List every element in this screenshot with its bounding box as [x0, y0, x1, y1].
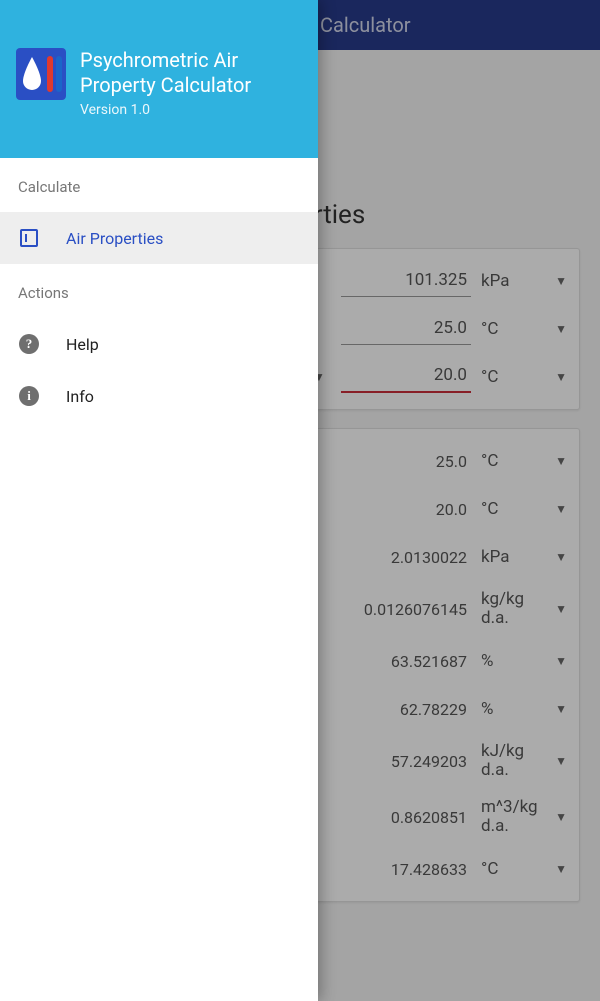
thermometer-blue-icon [56, 56, 62, 92]
drawer-title: Psychrometric Air Property Calculator [80, 48, 302, 98]
water-drop-icon [20, 55, 44, 93]
nav-item-air-properties[interactable]: Air Properties [0, 212, 318, 264]
nav-item-label: Help [66, 335, 300, 354]
help-icon: ? [18, 333, 40, 355]
section-label-actions: Actions [0, 264, 318, 318]
nav-item-label: Info [66, 387, 300, 406]
thermometer-red-icon [47, 56, 53, 92]
info-icon: i [18, 385, 40, 407]
nav-item-label: Air Properties [66, 229, 300, 248]
navigation-drawer: Psychrometric Air Property Calculator Ve… [0, 0, 318, 1001]
document-icon [18, 227, 40, 249]
nav-item-info[interactable]: i Info [0, 370, 318, 422]
section-label-calculate: Calculate [0, 158, 318, 212]
drawer-header: Psychrometric Air Property Calculator Ve… [0, 0, 318, 158]
drawer-version: Version 1.0 [80, 102, 302, 118]
app-icon [16, 48, 66, 100]
nav-item-help[interactable]: ? Help [0, 318, 318, 370]
